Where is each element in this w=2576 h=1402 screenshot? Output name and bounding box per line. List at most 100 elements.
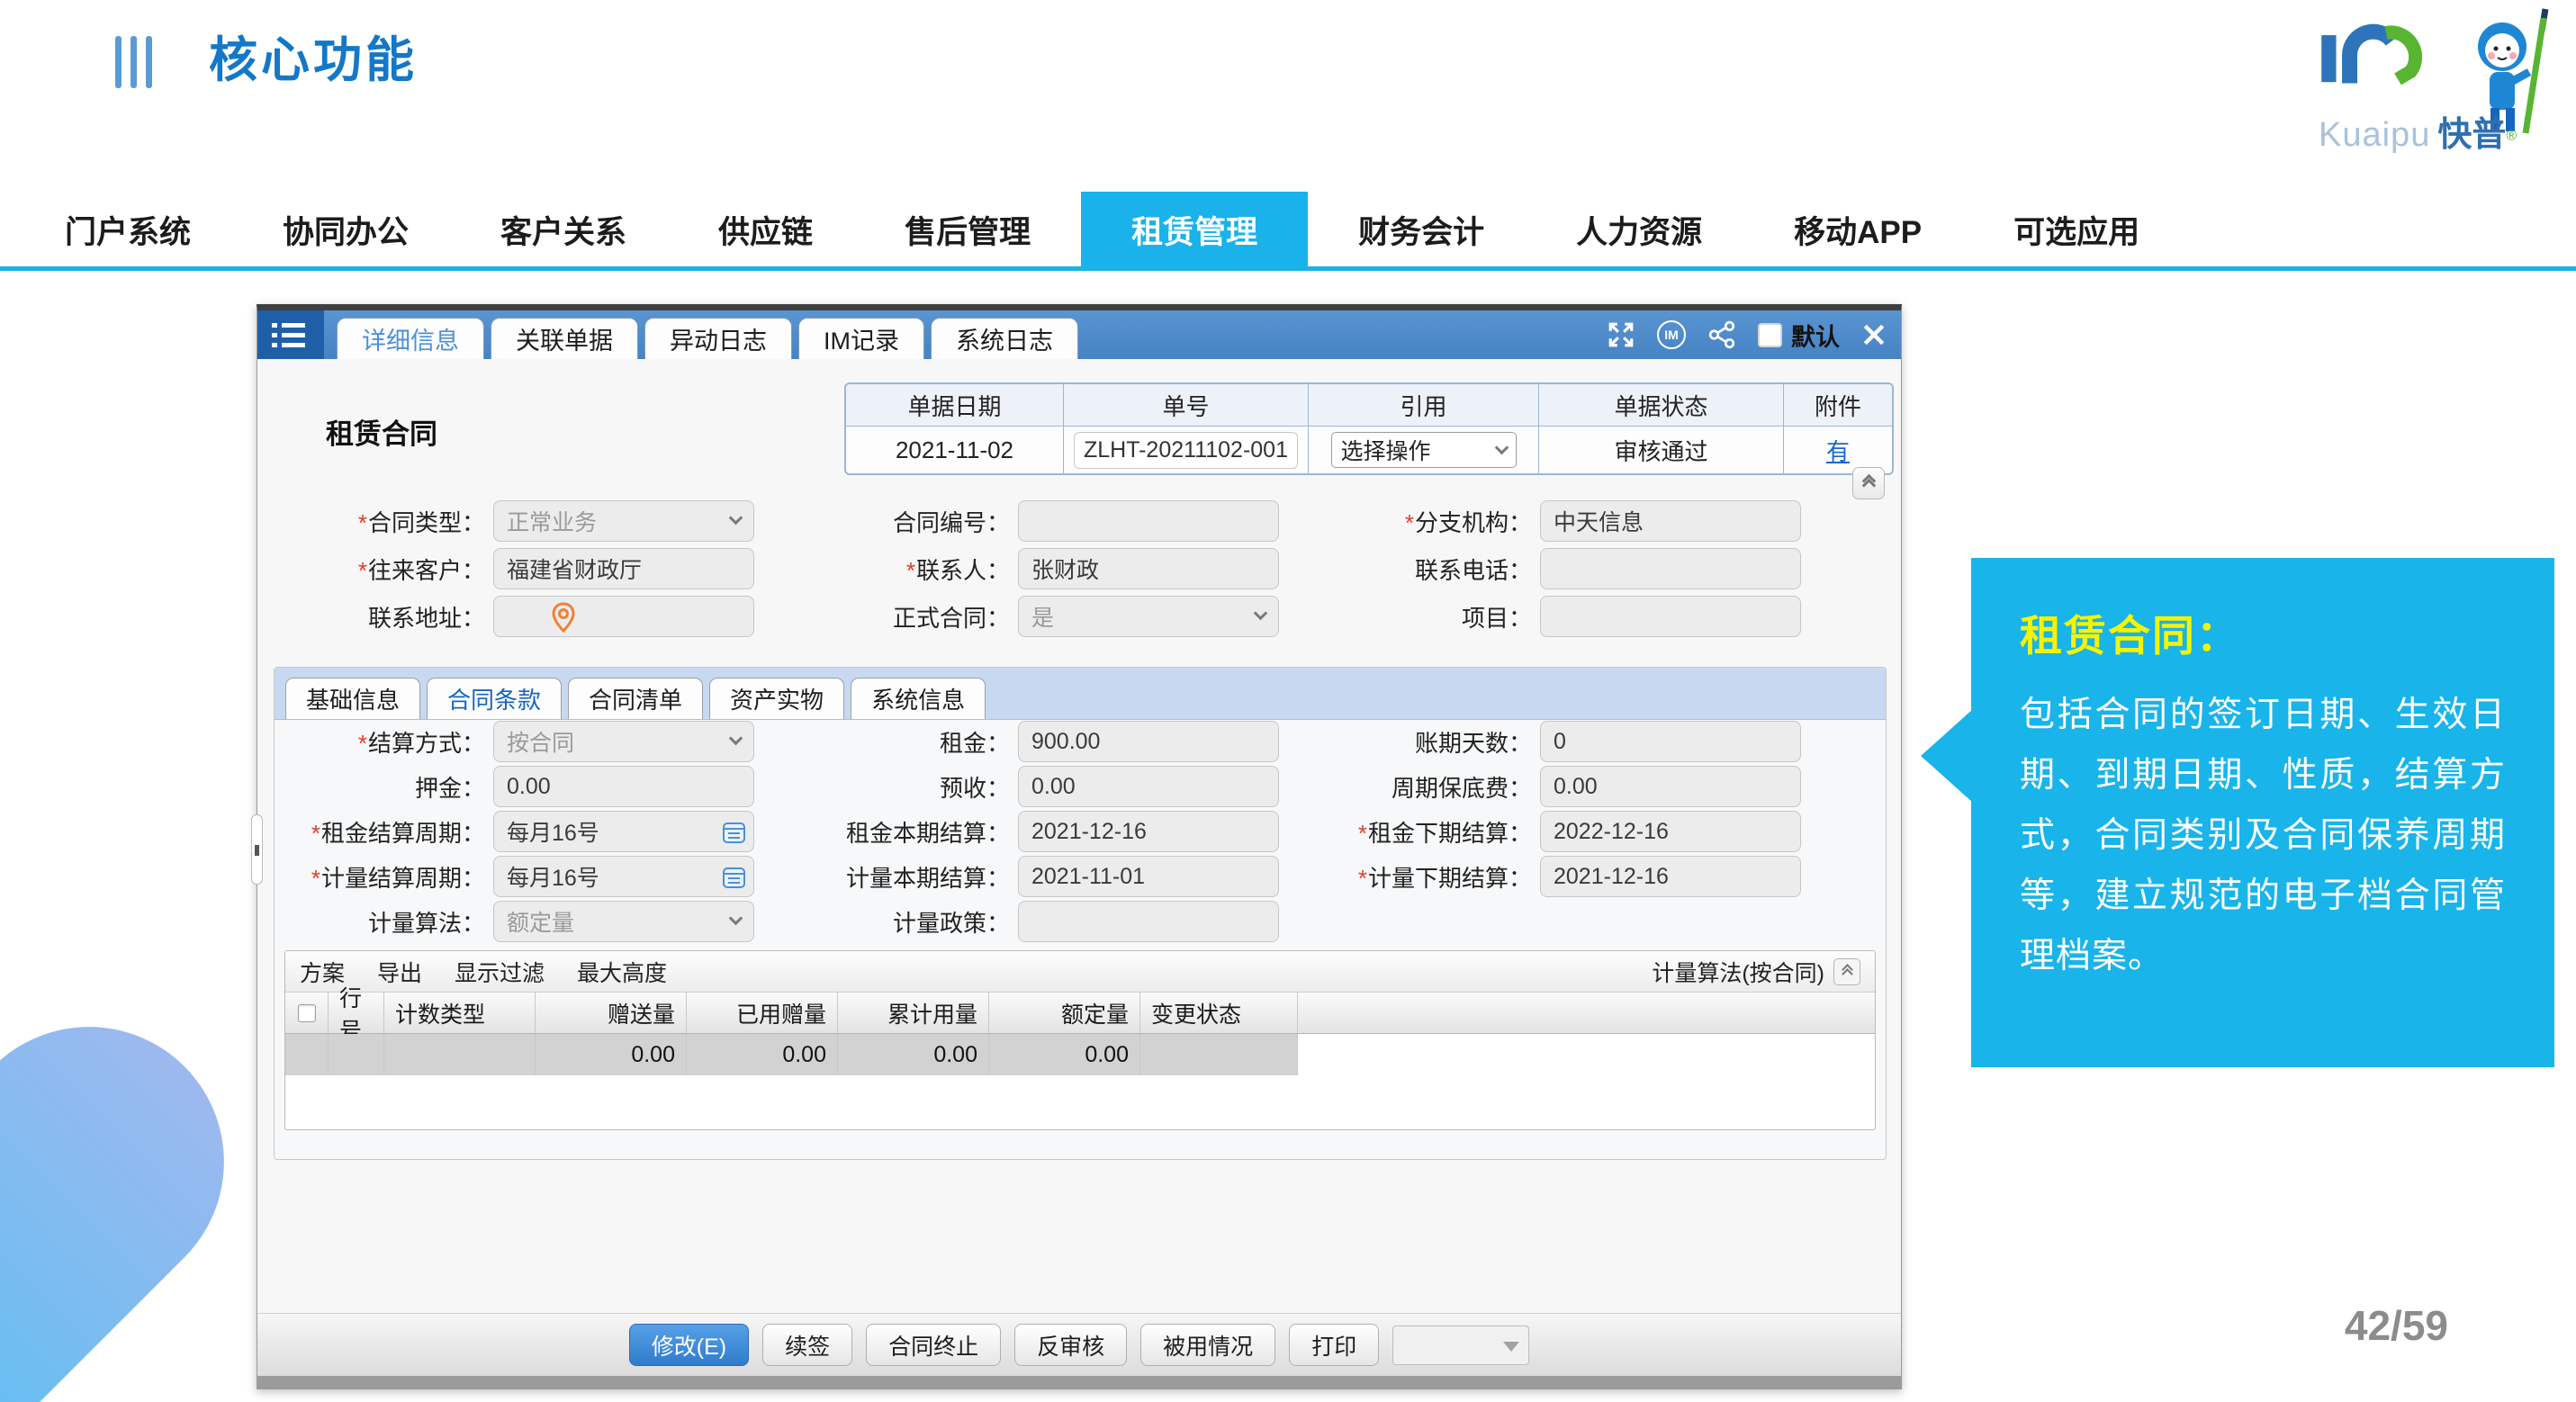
terminate-contract-button[interactable]: 合同终止 <box>866 1324 1001 1366</box>
grid-toolbar-filter[interactable]: 显示过滤 <box>455 956 545 988</box>
reverse-audit-button[interactable]: 反审核 <box>1014 1324 1127 1366</box>
window-content: 租赁合同 单据日期 单号 引用 单据状态 附件 2021-11-02 ZLHT-… <box>257 359 1901 1313</box>
window-tabs: 详细信息 关联单据 异动日志 IM记录 系统日志 <box>337 318 1078 359</box>
branch-input[interactable]: 中天信息 <box>1540 500 1801 542</box>
doc-col-status: 单据状态 <box>1539 384 1784 427</box>
grid-toolbar-export[interactable]: 导出 <box>377 956 422 988</box>
splitter-handle[interactable] <box>251 814 263 885</box>
doc-number-value: ZLHT-20211102-001 <box>1074 432 1298 469</box>
field-customer: *往来客户： 福建省财政厅 <box>275 548 754 589</box>
main-nav: 门户系统 协同办公 客户关系 供应链 售后管理 租赁管理 财务会计 人力资源 移… <box>0 192 2576 267</box>
tab-details[interactable]: 详细信息 <box>337 318 484 359</box>
nav-item-supply-chain[interactable]: 供应链 <box>718 207 813 253</box>
menu-icon[interactable] <box>257 310 324 359</box>
footer-select[interactable] <box>1392 1326 1529 1365</box>
doc-status-value: 审核通过 <box>1539 427 1784 473</box>
modify-button[interactable]: 修改(E) <box>629 1324 749 1366</box>
field-credit-days: 账期天数： 0 <box>1320 721 1801 762</box>
grid-toolbar-max-height[interactable]: 最大高度 <box>577 956 667 988</box>
select-all-checkbox[interactable] <box>298 1004 316 1022</box>
nav-item-finance[interactable]: 财务会计 <box>1358 207 1484 253</box>
grid-toolbar-scheme[interactable]: 方案 <box>300 956 345 988</box>
renew-button[interactable]: 续签 <box>762 1324 852 1366</box>
customer-input[interactable]: 福建省财政厅 <box>493 548 754 589</box>
calendar-icon[interactable] <box>722 820 746 844</box>
slide: 核心功能 Kuaipu快普® <box>0 0 2576 1402</box>
field-contact-person: *联系人： 张财政 <box>797 548 1279 589</box>
meter-current-settle-input[interactable]: 2021-11-01 <box>1018 856 1279 897</box>
contract-no-input[interactable] <box>1018 500 1279 542</box>
nav-item-portal[interactable]: 门户系统 <box>65 207 191 253</box>
window-tabbar: 详细信息 关联单据 异动日志 IM记录 系统日志 IM 默认 <box>257 310 1901 359</box>
tab-im-records[interactable]: IM记录 <box>798 318 924 359</box>
callout: 租赁合同： 包括合同的签订日期、生效日期、到期日期、性质，结算方式，合同类别及合… <box>1971 558 2554 1067</box>
grid-col-change-status: 变更状态 <box>1140 993 1298 1033</box>
meter-cycle-input[interactable]: 每月16号 <box>493 856 754 897</box>
chevron-down-icon <box>729 732 743 746</box>
im-icon[interactable]: IM <box>1657 320 1686 349</box>
contact-address-input[interactable] <box>493 596 754 637</box>
nav-item-optional-apps[interactable]: 可选应用 <box>2013 207 2139 253</box>
calendar-icon[interactable] <box>722 865 746 889</box>
chevron-down-icon <box>1503 1342 1519 1352</box>
page-title: 核心功能 <box>209 20 418 91</box>
rent-next-settle-input[interactable]: 2022-12-16 <box>1540 811 1801 852</box>
nav-item-hr[interactable]: 人力资源 <box>1576 207 1702 253</box>
project-input[interactable] <box>1540 596 1801 637</box>
nav-item-crm[interactable]: 客户关系 <box>500 207 626 253</box>
titlebar-icons: IM 默认 <box>1607 310 1901 359</box>
grid-col-row-no: 行号 <box>329 993 384 1033</box>
field-meter-current-settle: 计量本期结算： 2021-11-01 <box>797 856 1279 897</box>
meter-next-settle-input[interactable]: 2021-12-16 <box>1540 856 1801 897</box>
period-min-fee-input[interactable]: 0.00 <box>1540 766 1801 807</box>
subtab-contract-list[interactable]: 合同清单 <box>568 678 703 719</box>
grid-col-total-usage: 累计用量 <box>838 993 989 1033</box>
rent-cycle-input[interactable]: 每月16号 <box>493 811 754 852</box>
nav-item-mobile-app[interactable]: 移动APP <box>1794 207 1922 253</box>
print-button[interactable]: 打印 <box>1289 1324 1379 1366</box>
reference-select[interactable]: 选择操作 <box>1331 432 1517 468</box>
grid-col-gift-qty: 赠送量 <box>536 993 687 1033</box>
doc-header-table: 单据日期 单号 引用 单据状态 附件 2021-11-02 ZLHT-20211… <box>844 382 1894 475</box>
meter-policy-input[interactable] <box>1018 901 1279 942</box>
subtab-basic-info[interactable]: 基础信息 <box>285 678 420 719</box>
callout-body: 包括合同的签订日期、生效日期、到期日期、性质，结算方式，合同类别及合同保养周期等… <box>2020 685 2506 986</box>
brand-en: Kuaipu <box>2319 116 2430 154</box>
contact-person-input[interactable]: 张财政 <box>1018 548 1279 589</box>
default-checkbox[interactable] <box>1758 323 1782 347</box>
doc-col-attachment: 附件 <box>1784 384 1892 427</box>
location-pin-icon[interactable] <box>551 602 576 633</box>
contact-phone-input[interactable] <box>1540 548 1801 589</box>
cell-total-usage: 0.00 <box>838 1034 989 1075</box>
attachment-link[interactable]: 有 <box>1826 434 1850 467</box>
fullscreen-icon[interactable] <box>1607 320 1635 349</box>
tab-system-log[interactable]: 系统日志 <box>931 318 1078 359</box>
app-window: 详细信息 关联单据 异动日志 IM记录 系统日志 IM 默认 <box>257 304 1902 1389</box>
subtab-contract-terms[interactable]: 合同条款 <box>427 678 562 719</box>
grid-collapse-button[interactable] <box>1833 958 1860 985</box>
callout-title: 租赁合同： <box>2020 601 2506 663</box>
subtab-assets[interactable]: 资产实物 <box>709 678 844 719</box>
nav-item-aftersales[interactable]: 售后管理 <box>905 207 1031 253</box>
rent-current-settle-input[interactable]: 2021-12-16 <box>1018 811 1279 852</box>
close-icon[interactable] <box>1861 322 1887 347</box>
tab-change-log[interactable]: 异动日志 <box>644 318 792 359</box>
field-meter-policy: 计量政策： <box>797 901 1279 942</box>
subtab-strip: 基础信息 合同条款 合同清单 资产实物 系统信息 <box>275 668 1886 720</box>
subtab-system-info[interactable]: 系统信息 <box>851 678 986 719</box>
form-title: 租赁合同 <box>326 411 437 452</box>
nav-item-leasing[interactable]: 租赁管理 <box>1081 192 1308 267</box>
prepaid-input[interactable]: 0.00 <box>1018 766 1279 807</box>
nav-item-collaboration[interactable]: 协同办公 <box>283 207 409 253</box>
field-rent-cycle: *租金结算周期： 每月16号 <box>275 811 754 852</box>
rent-input[interactable]: 900.00 <box>1018 721 1279 762</box>
collapse-header-button[interactable] <box>1852 467 1885 499</box>
tab-related-docs[interactable]: 关联单据 <box>491 318 638 359</box>
deposit-input[interactable]: 0.00 <box>493 766 754 807</box>
usage-status-button[interactable]: 被用情况 <box>1140 1324 1275 1366</box>
share-icon[interactable] <box>1707 320 1736 349</box>
credit-days-input[interactable]: 0 <box>1540 721 1801 762</box>
default-checkbox-label: 默认 <box>1791 318 1840 353</box>
chevron-down-icon <box>1254 607 1268 621</box>
field-rent-current-settle: 租金本期结算： 2021-12-16 <box>797 811 1279 852</box>
